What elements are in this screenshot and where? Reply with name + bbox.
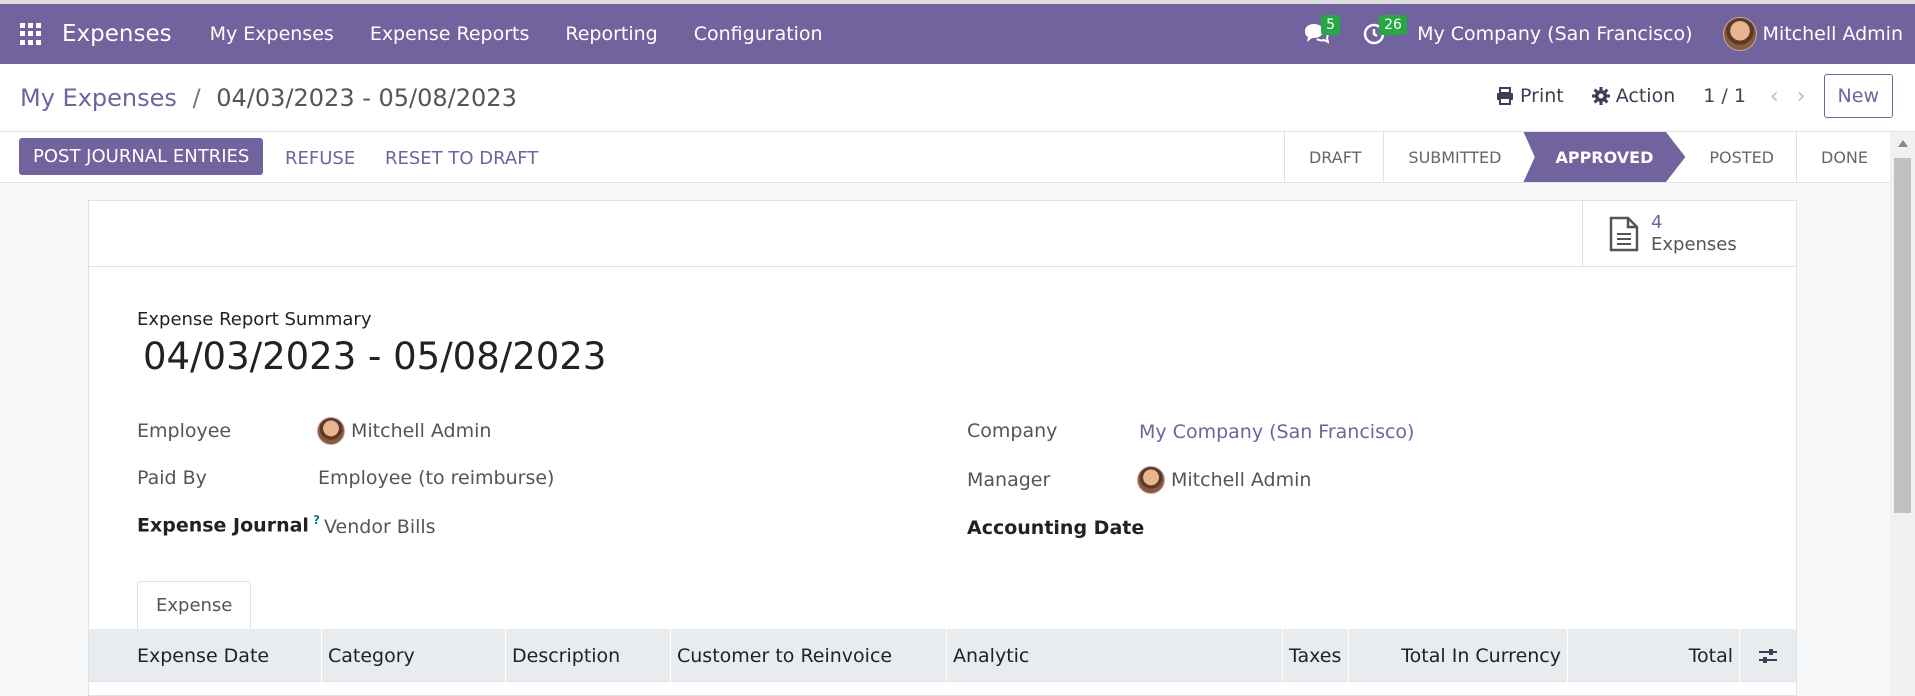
company-value[interactable]: My Company (San Francisco) bbox=[1139, 421, 1414, 443]
new-button[interactable]: New bbox=[1823, 74, 1893, 118]
breadcrumb-current: 04/03/2023 - 05/08/2023 bbox=[216, 84, 517, 112]
pager-value[interactable]: 1 / 1 bbox=[1703, 85, 1746, 107]
stage-approved[interactable]: APPROVED bbox=[1523, 132, 1686, 182]
column-analytic[interactable]: Analytic bbox=[947, 629, 1283, 682]
page-scrollbar[interactable] bbox=[1890, 132, 1915, 696]
breadcrumb-separator: / bbox=[192, 84, 201, 112]
column-total[interactable]: Total bbox=[1568, 629, 1740, 682]
manager-value: Mitchell Admin bbox=[1171, 469, 1312, 491]
column-description[interactable]: Description bbox=[506, 629, 671, 682]
print-button[interactable]: Print bbox=[1496, 85, 1564, 107]
control-panel: My Expenses / 04/03/2023 - 05/08/2023 Pr… bbox=[0, 64, 1915, 132]
messages-badge: 5 bbox=[1321, 15, 1340, 35]
paid-by-label: Paid By bbox=[137, 467, 207, 489]
tab-expense[interactable]: Expense bbox=[137, 581, 252, 629]
user-menu[interactable]: Mitchell Admin bbox=[1722, 17, 1903, 51]
top-navbar: Expenses My Expenses Expense Reports Rep… bbox=[0, 0, 1915, 64]
user-name: Mitchell Admin bbox=[1762, 23, 1903, 45]
document-icon bbox=[1609, 216, 1639, 251]
column-expense-date[interactable]: Expense Date bbox=[89, 629, 322, 682]
stage-done[interactable]: DONE bbox=[1796, 132, 1890, 182]
column-total-in-currency[interactable]: Total In Currency bbox=[1349, 629, 1568, 682]
sliders-icon bbox=[1759, 648, 1777, 663]
report-title[interactable]: 04/03/2023 - 05/08/2023 bbox=[143, 335, 606, 378]
menu-configuration[interactable]: Configuration bbox=[676, 23, 841, 45]
reset-to-draft-button[interactable]: RESET TO DRAFT bbox=[385, 148, 538, 169]
pager-next-icon[interactable]: › bbox=[1797, 84, 1806, 109]
stage-posted[interactable]: POSTED bbox=[1685, 132, 1796, 182]
paid-by-value[interactable]: Employee (to reimburse) bbox=[318, 467, 554, 489]
gear-icon bbox=[1591, 87, 1610, 105]
form-sheet: 4 Expenses Expense Report Summary 04/03/… bbox=[88, 200, 1797, 696]
pager-previous-icon[interactable]: ‹ bbox=[1770, 84, 1779, 109]
employee-field[interactable]: Mitchell Admin bbox=[317, 417, 491, 445]
user-avatar bbox=[1722, 17, 1757, 51]
menu-reporting[interactable]: Reporting bbox=[547, 23, 675, 45]
expense-journal-label-text: Expense Journal bbox=[137, 514, 309, 537]
action-button[interactable]: Action bbox=[1591, 85, 1676, 107]
form-statusbar: POST JOURNAL ENTRIES REFUSE RESET TO DRA… bbox=[0, 132, 1890, 183]
manager-label: Manager bbox=[967, 469, 1051, 491]
optional-columns-toggle[interactable] bbox=[1740, 629, 1796, 682]
expense-journal-value[interactable]: Vendor Bills bbox=[324, 516, 436, 538]
expenses-stat-label: Expenses bbox=[1651, 233, 1737, 255]
column-customer-to-reinvoice[interactable]: Customer to Reinvoice bbox=[671, 629, 947, 682]
expenses-count: 4 bbox=[1651, 211, 1663, 233]
expense-table-header: Expense Date Category Description Custom… bbox=[89, 629, 1796, 682]
breadcrumb: My Expenses / 04/03/2023 - 05/08/2023 bbox=[20, 84, 517, 112]
post-journal-entries-button[interactable]: POST JOURNAL ENTRIES bbox=[19, 138, 264, 175]
activities-button[interactable]: 26 bbox=[1359, 15, 1407, 49]
employee-value: Mitchell Admin bbox=[351, 420, 492, 442]
stage-draft[interactable]: DRAFT bbox=[1283, 132, 1383, 182]
scroll-up-arrow-icon[interactable] bbox=[1898, 140, 1908, 147]
manager-field[interactable]: Mitchell Admin bbox=[1137, 466, 1311, 494]
manager-avatar bbox=[1137, 466, 1165, 494]
expense-journal-label: Expense Journal? bbox=[137, 513, 320, 536]
activities-badge: 26 bbox=[1379, 15, 1407, 35]
expenses-stat-button[interactable]: 4 Expenses bbox=[1582, 201, 1796, 266]
stat-text: 4 Expenses bbox=[1651, 212, 1737, 256]
column-category[interactable]: Category bbox=[322, 629, 506, 682]
messages-button[interactable]: 5 bbox=[1301, 15, 1340, 49]
breadcrumb-parent[interactable]: My Expenses bbox=[20, 84, 177, 112]
apps-menu-icon[interactable] bbox=[20, 23, 42, 45]
printer-icon bbox=[1497, 87, 1514, 105]
scroll-thumb[interactable] bbox=[1894, 158, 1911, 513]
button-box: 4 Expenses bbox=[89, 201, 1796, 267]
control-actions: Print Action 1 / 1 ‹ › New bbox=[1496, 74, 1893, 118]
company-switcher[interactable]: My Company (San Francisco) bbox=[1417, 23, 1692, 45]
stage-submitted[interactable]: SUBMITTED bbox=[1383, 132, 1523, 182]
menu-my-expenses[interactable]: My Expenses bbox=[192, 23, 352, 45]
column-taxes[interactable]: Taxes bbox=[1283, 629, 1349, 682]
employee-label: Employee bbox=[137, 420, 232, 442]
refuse-button[interactable]: REFUSE bbox=[285, 148, 355, 169]
company-label: Company bbox=[967, 420, 1058, 442]
print-label: Print bbox=[1520, 85, 1564, 107]
systray: 5 26 My Company (San Francisco) Mitchell… bbox=[1301, 4, 1915, 64]
status-stages: DRAFT SUBMITTED APPROVED POSTED DONE bbox=[1283, 132, 1890, 182]
accounting-date-label: Accounting Date bbox=[967, 517, 1145, 539]
expense-journal-help-icon[interactable]: ? bbox=[313, 513, 320, 527]
employee-avatar bbox=[317, 417, 345, 445]
summary-label: Expense Report Summary bbox=[137, 309, 372, 330]
app-brand[interactable]: Expenses bbox=[62, 21, 172, 47]
action-label: Action bbox=[1615, 85, 1676, 107]
menu-expense-reports[interactable]: Expense Reports bbox=[352, 23, 548, 45]
